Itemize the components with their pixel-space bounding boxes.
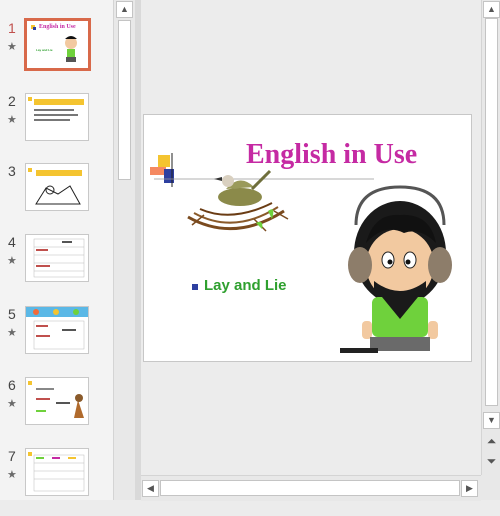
chevron-down-icon: ▼ [487,415,496,425]
thumbnail-graphics [26,307,88,350]
slide-number: 3 [8,163,16,179]
editor-horizontal-scrollbar[interactable]: ◀ ▶ [141,475,481,501]
decor-square-red [150,167,166,175]
double-chevron-up-icon: ⏶ [486,434,497,448]
cartoon-character-illustration [348,185,452,351]
scroll-up-button[interactable]: ▲ [116,1,133,18]
thumbnail-scrollbar[interactable]: ▲ [113,0,136,500]
scrollbar-thumb[interactable] [160,480,460,496]
slide-thumbnail[interactable] [25,234,89,282]
bullet-marker [192,284,198,290]
image-credit [340,348,378,353]
next-slide-button[interactable]: ⏷ [483,454,500,471]
scroll-right-button[interactable]: ▶ [461,480,478,497]
editor-vertical-scrollbar[interactable]: ▲ ▼ ⏶ ⏷ [481,0,500,475]
slide-number: 7 [8,448,16,464]
decor-square-yellow [158,155,170,167]
thumbnail-slide-7[interactable]: 7 ★ [0,448,113,516]
scrollbar-corner [481,475,500,500]
slide-thumbnail[interactable] [25,163,89,211]
scroll-left-button[interactable]: ◀ [142,480,159,497]
slide-thumbnail[interactable] [25,93,89,141]
previous-slide-button[interactable]: ⏶ [483,434,500,451]
slide-number: 1 [8,20,16,36]
animation-star-icon: ★ [7,41,17,53]
thumbnail-graphics [28,381,84,418]
chevron-left-icon: ◀ [147,483,154,493]
thumbnail-slide-2[interactable]: 2 ★ [0,93,113,161]
chevron-up-icon: ▲ [120,4,129,14]
thumbnail-slide-6[interactable]: 6 ★ [0,377,113,445]
slide-thumbnail[interactable] [25,448,89,496]
animation-star-icon: ★ [7,469,17,481]
slide-number: 5 [8,306,16,322]
thumbnail-slide-1[interactable]: 1 ★ English in Use Lay and Lie [0,18,113,88]
slide-thumbnail-pane: 1 ★ English in Use Lay and Lie 2 ★ 3 4 ★… [0,0,113,500]
thumbnail-slide-3[interactable]: 3 [0,163,113,231]
thumbnail-graphics [28,97,84,121]
slide-bullet-text[interactable]: Lay and Lie [204,277,287,294]
chevron-right-icon: ▶ [466,483,473,493]
scrollbar-thumb[interactable] [485,18,498,406]
slide-thumbnail[interactable] [25,306,89,354]
thumbnail-graphics [28,452,85,492]
slide-number: 4 [8,234,16,250]
thumbnail-graphics [28,168,82,205]
animation-star-icon: ★ [7,327,17,339]
slide-number: 6 [8,377,16,393]
scrollbar-thumb[interactable] [118,20,131,180]
thumbnail-slide-5[interactable]: 5 ★ [0,306,113,374]
slide-thumbnail[interactable]: English in Use Lay and Lie [24,18,91,71]
double-chevron-down-icon: ⏷ [486,454,497,468]
thumbnail-graphics [31,25,77,62]
scroll-up-button[interactable]: ▲ [483,1,500,18]
slide-title[interactable]: English in Use [246,139,417,171]
animation-star-icon: ★ [7,114,17,126]
chevron-up-icon: ▲ [487,4,496,14]
thumbnail-slide-4[interactable]: 4 ★ [0,234,113,302]
slide-canvas[interactable]: English in Use Lay and Lie [143,114,472,362]
scroll-down-button[interactable]: ▼ [483,412,500,429]
animation-star-icon: ★ [7,398,17,410]
slide-number: 2 [8,93,16,109]
slide-thumbnail[interactable] [25,377,89,425]
animation-star-icon: ★ [7,255,17,267]
bird-nest-illustration [187,169,289,232]
thumbnail-graphics [33,238,85,278]
